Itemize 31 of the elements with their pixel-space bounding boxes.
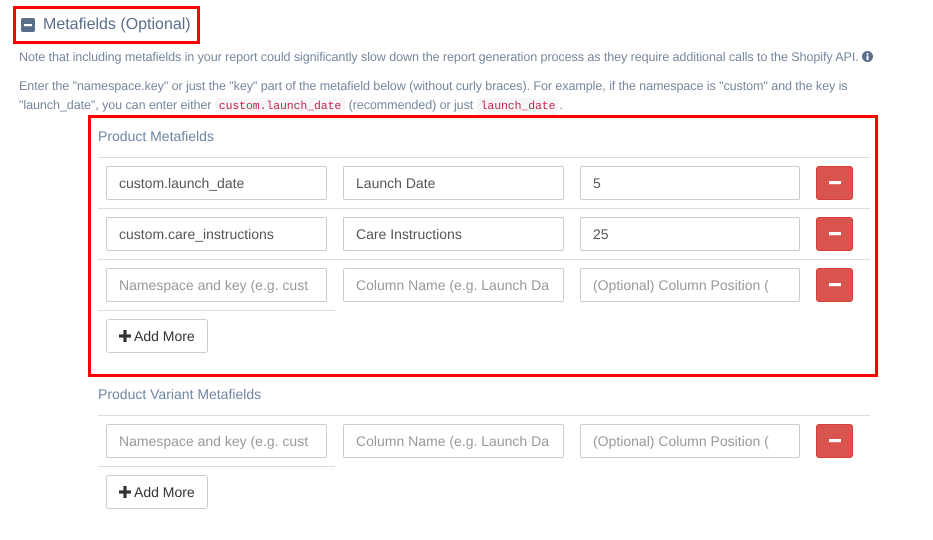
column-name-input[interactable]: Care Instructions — [343, 217, 564, 252]
minus-icon — [828, 181, 840, 186]
group-title: Product Variant Metafields — [98, 385, 262, 404]
section-title[interactable]: Metafields (Optional) — [43, 13, 191, 37]
position-input[interactable]: 5 — [580, 166, 800, 200]
collapse-icon[interactable] — [21, 18, 35, 32]
key-input[interactable]: custom.launch_date — [106, 166, 327, 200]
instructions-text: Enter the "namespace.key" or just the "key" part of the metafield below (without curly braces). For example, if the namespace is "custom" and the key is "launch_date", you can enter either custom.launch_date (recommended) or just launch_date . — [19, 78, 849, 116]
remove-button[interactable] — [816, 166, 853, 200]
info-icon[interactable] — [862, 51, 874, 62]
column-name-input[interactable]: Launch Date — [343, 166, 564, 200]
column-name-input[interactable]: Column Name (e.g. Launch Da — [343, 268, 564, 302]
position-input[interactable]: 25 — [580, 217, 800, 252]
position-input[interactable]: (Optional) Column Position ( — [580, 268, 800, 302]
remove-button[interactable] — [816, 424, 853, 458]
group-title: Product Metafields — [98, 127, 215, 146]
plus-icon — [119, 486, 131, 498]
minus-icon — [828, 232, 840, 236]
position-input[interactable]: (Optional) Column Position ( — [580, 424, 800, 458]
remove-button[interactable] — [816, 217, 853, 252]
key-input[interactable]: Namespace and key (e.g. cust — [106, 268, 327, 302]
key-input[interactable]: Namespace and key (e.g. cust — [106, 424, 327, 458]
plus-icon — [119, 330, 131, 342]
remove-button[interactable] — [816, 268, 853, 302]
key-input[interactable]: custom.care_instructions — [106, 217, 327, 252]
minus-icon — [828, 439, 840, 444]
add-more-button[interactable]: Add More — [106, 319, 208, 354]
column-name-input[interactable]: Column Name (e.g. Launch Da — [343, 424, 564, 458]
note-text: Note that including metafields in your report could significantly slow down the report generation process as they require additional calls to the Shopify API. — [19, 48, 923, 67]
add-more-button[interactable]: Add More — [106, 475, 208, 510]
minus-icon — [828, 283, 840, 288]
